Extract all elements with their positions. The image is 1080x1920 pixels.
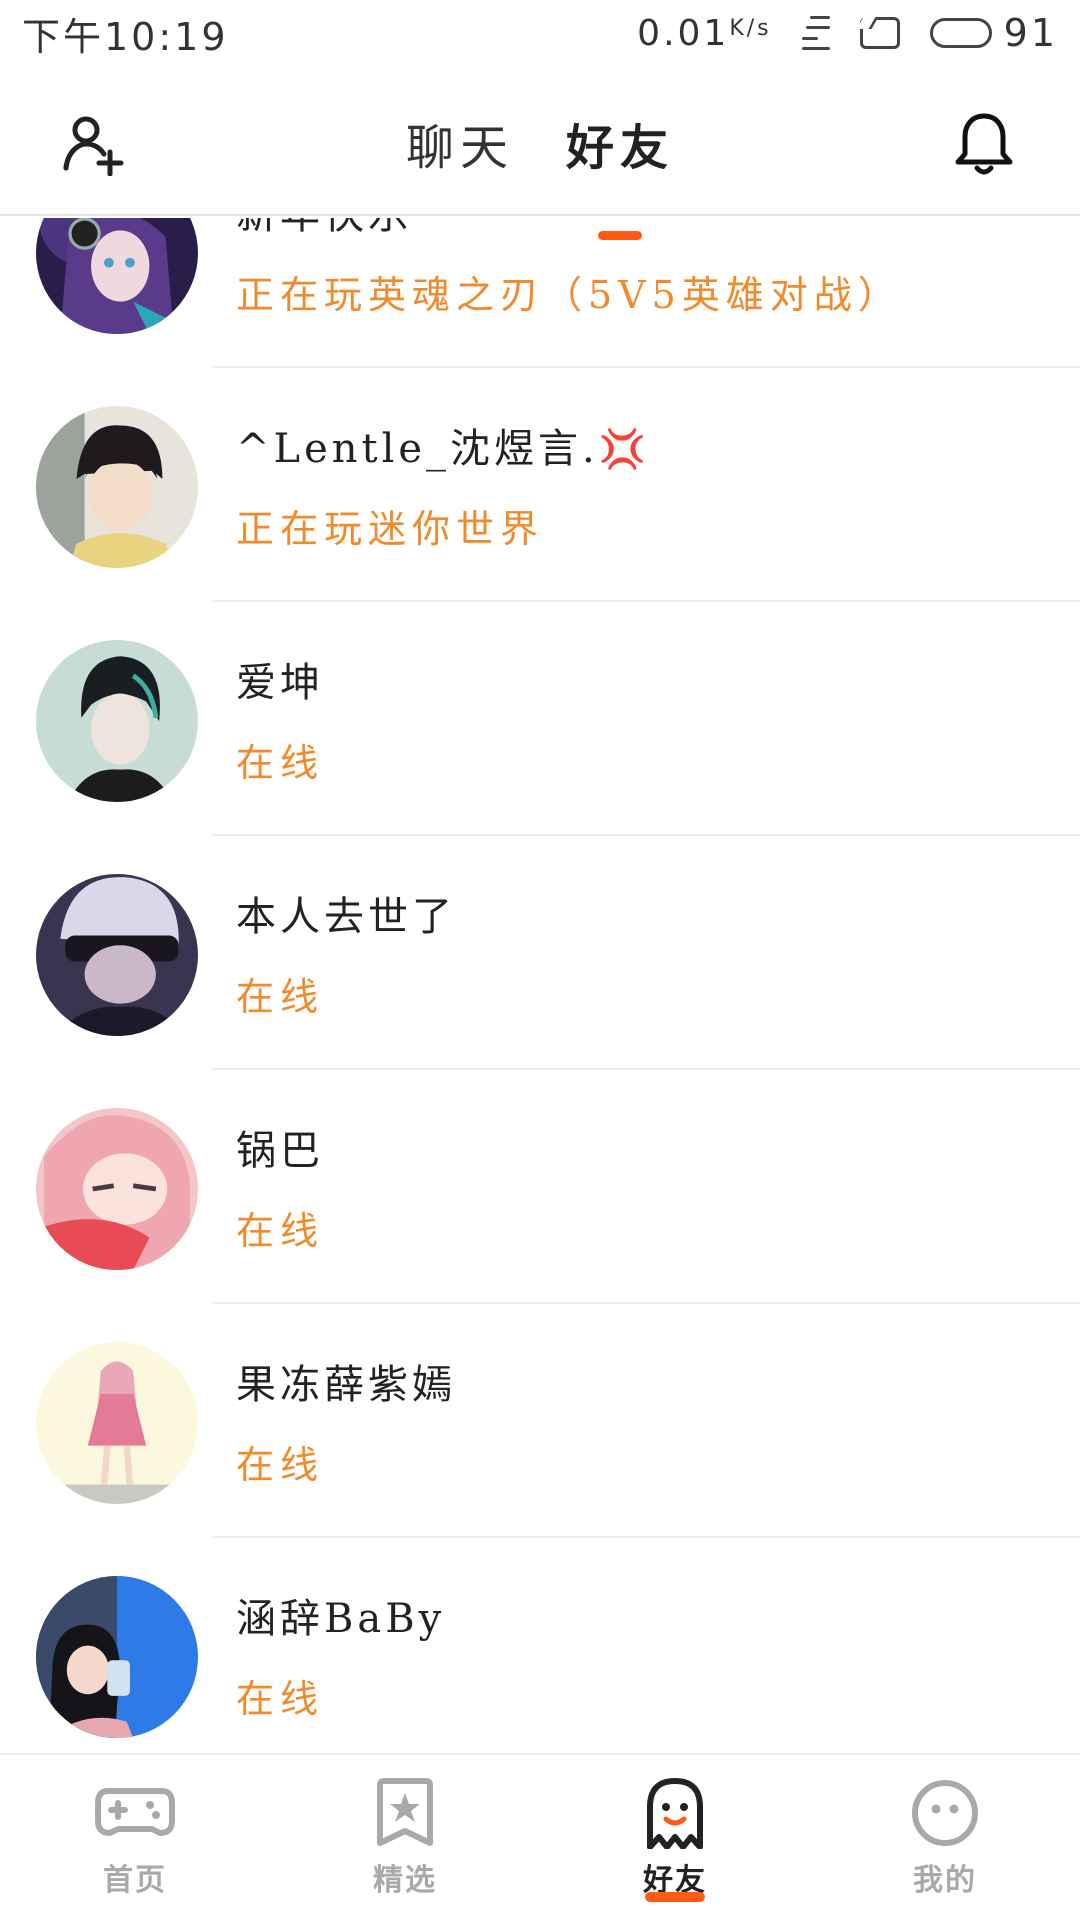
- friend-row[interactable]: ^Lentle_沈煜言.💢 正在玩迷你世界: [0, 368, 1080, 602]
- friend-row[interactable]: 涵辞BaBy 在线: [0, 1538, 1080, 1753]
- nav-home-label: 首页: [103, 1863, 167, 1898]
- network-speed-unit: K/s: [729, 15, 772, 41]
- top-header: 聊天 好友: [0, 66, 1080, 240]
- nav-home[interactable]: 首页: [0, 1755, 270, 1920]
- battery-indicator: 91: [929, 11, 1058, 55]
- friend-name: 新年快乐: [236, 218, 412, 240]
- smiley-face-icon: [912, 1780, 978, 1846]
- avatar: [36, 218, 198, 334]
- sim-card-icon: [859, 17, 900, 49]
- tab-friends-label: 好友: [566, 120, 675, 176]
- nav-friends[interactable]: 好友: [540, 1755, 810, 1920]
- friend-row[interactable]: 本人去世了 在线: [0, 836, 1080, 1070]
- friend-name: 锅巴: [236, 1128, 324, 1174]
- friend-name: 爱坤: [236, 660, 324, 706]
- tab-friends[interactable]: 好友: [566, 108, 675, 240]
- signal-icon: [801, 16, 830, 50]
- avatar: [36, 1342, 198, 1504]
- friends-list: 新年快乐 正在玩英魂之刃（5V5英雄对战） ^Lentle_沈煜言.💢 正在玩迷…: [0, 218, 1080, 1753]
- friend-name-text: ^Lentle_沈煜言.: [236, 426, 599, 472]
- friend-status: 在线: [236, 1443, 325, 1487]
- avatar: [36, 640, 198, 802]
- friend-status: 在线: [236, 741, 325, 785]
- avatar: [36, 406, 198, 568]
- avatar: [36, 1108, 198, 1270]
- bottom-navigation: 首页 精选 好友 我的: [0, 1753, 1080, 1920]
- nav-profile-label: 我的: [913, 1863, 977, 1898]
- nav-featured-label: 精选: [373, 1863, 437, 1898]
- friend-row[interactable]: 果冻薛紫嫣 在线: [0, 1304, 1080, 1538]
- friend-name: 本人去世了: [236, 894, 456, 940]
- friend-status: 正在玩迷你世界: [236, 507, 545, 551]
- anger-emoji-icon: 💢: [598, 427, 651, 471]
- friend-row[interactable]: 新年快乐 正在玩英魂之刃（5V5英雄对战）: [0, 218, 1080, 368]
- battery-icon: [929, 18, 992, 48]
- ghost-icon: [647, 1778, 703, 1849]
- friend-status: 在线: [236, 1677, 325, 1721]
- tab-chat[interactable]: 聊天: [406, 108, 514, 178]
- friend-row[interactable]: 爱坤 在线: [0, 602, 1080, 836]
- nav-featured[interactable]: 精选: [270, 1755, 540, 1920]
- battery-level: 91: [1003, 11, 1058, 55]
- network-speed: 0.01K/s: [637, 13, 771, 54]
- active-nav-indicator: [645, 1892, 705, 1902]
- nav-profile[interactable]: 我的: [810, 1755, 1080, 1920]
- bell-icon: [955, 113, 1013, 175]
- friend-status: 在线: [236, 975, 325, 1019]
- status-bar: 下午10:19 0.01K/s 91: [0, 0, 1080, 66]
- friend-name: ^Lentle_沈煜言.💢: [236, 416, 650, 474]
- friend-status: 在线: [236, 1209, 325, 1253]
- network-speed-value: 0.01: [637, 12, 730, 54]
- star-bookmark-icon: [377, 1778, 433, 1846]
- notifications-button[interactable]: [952, 110, 1016, 178]
- avatar: [36, 1576, 198, 1738]
- chat-friends-tabs: 聊天 好友: [0, 108, 1080, 240]
- gamepad-icon: [95, 1788, 175, 1836]
- friend-name: 果冻薛紫嫣: [236, 1362, 456, 1408]
- status-time: 下午10:19: [22, 14, 229, 59]
- friend-name: 涵辞BaBy: [236, 1596, 446, 1642]
- avatar: [36, 874, 198, 1036]
- friend-status: 正在玩英魂之刃（5V5英雄对战）: [236, 273, 902, 317]
- friend-row[interactable]: 锅巴 在线: [0, 1070, 1080, 1304]
